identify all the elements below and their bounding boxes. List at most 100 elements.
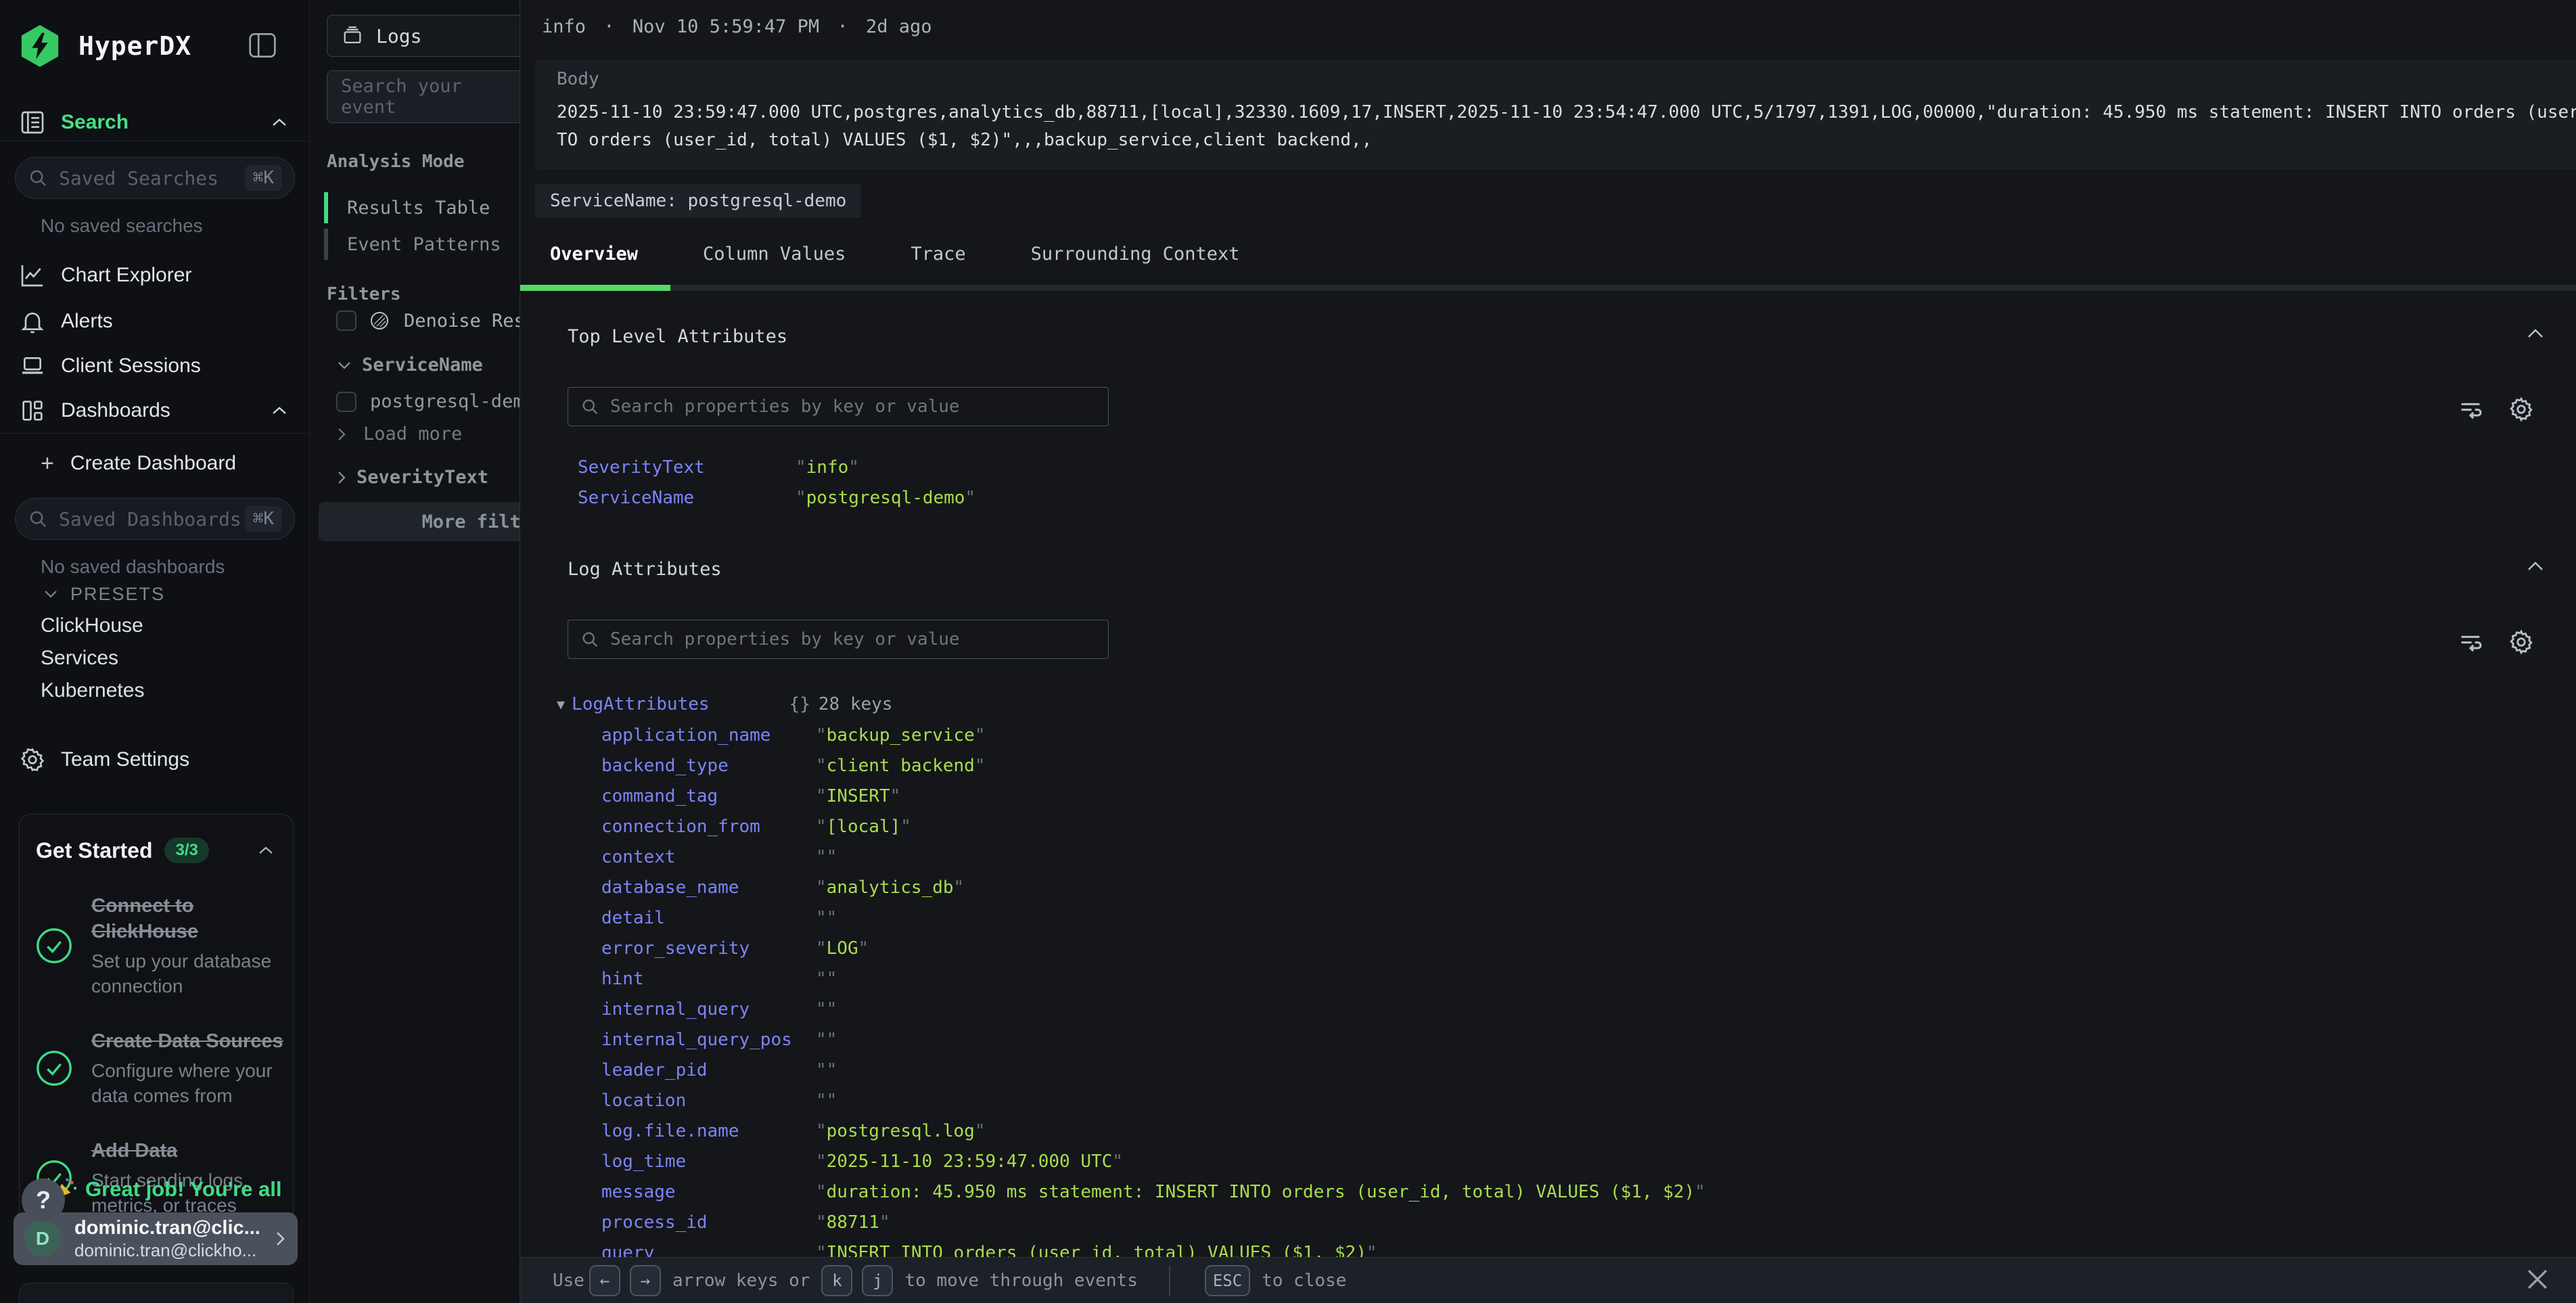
attribute-value[interactable]: "" bbox=[816, 969, 837, 989]
sidebar-item-chart-explorer[interactable]: Chart Explorer bbox=[0, 256, 310, 295]
attribute-value[interactable]: "" bbox=[816, 1060, 837, 1080]
preset-clickhouse[interactable]: ClickHouse bbox=[41, 614, 143, 637]
tab-overview[interactable]: Overview bbox=[550, 244, 638, 265]
caret-down-icon[interactable]: ▼ bbox=[557, 696, 565, 712]
sidebar-item-client-sessions[interactable]: Client Sessions bbox=[0, 346, 310, 386]
attribute-value[interactable]: "postgresql.log" bbox=[816, 1121, 985, 1141]
top-level-search-input[interactable]: Search properties by key or value bbox=[568, 387, 1109, 426]
attribute-key[interactable]: database_name bbox=[601, 877, 816, 898]
sidebar-item-alerts[interactable]: Alerts bbox=[0, 302, 310, 341]
attribute-value[interactable]: "[local]" bbox=[816, 817, 911, 837]
j-key[interactable]: j bbox=[862, 1265, 893, 1296]
collapse-section-icon[interactable] bbox=[2523, 559, 2548, 574]
shortcut-badge: ⌘K bbox=[245, 165, 282, 191]
wrap-lines-icon[interactable] bbox=[2457, 628, 2484, 655]
gear-icon[interactable] bbox=[2507, 628, 2535, 656]
denoise-icon bbox=[369, 310, 390, 332]
arrow-left-key[interactable]: ← bbox=[589, 1265, 620, 1296]
sidebar-collapse-icon[interactable] bbox=[249, 32, 276, 58]
attribute-value[interactable]: "2025-11-10 23:59:47.000 UTC" bbox=[816, 1151, 1123, 1172]
get-started-item[interactable]: Connect to ClickHouse Set up your databa… bbox=[34, 893, 277, 999]
attribute-key[interactable]: message bbox=[601, 1182, 816, 1202]
attribute-row: error_severity"LOG" bbox=[520, 933, 2576, 963]
attribute-key[interactable]: leader_pid bbox=[601, 1060, 816, 1080]
source-select-button[interactable]: Logs bbox=[327, 15, 530, 57]
attribute-key[interactable]: error_severity bbox=[601, 938, 816, 959]
mode-results-table[interactable]: Results Table bbox=[324, 191, 520, 225]
preset-services[interactable]: Services bbox=[41, 647, 118, 670]
mode-event-patterns[interactable]: Event Patterns bbox=[324, 227, 520, 261]
k-key[interactable]: k bbox=[821, 1265, 852, 1296]
tab-surrounding-context[interactable]: Surrounding Context bbox=[1031, 244, 1240, 265]
log-body-text[interactable]: 2025-11-10 23:59:47.000 UTC,postgres,ana… bbox=[557, 99, 2576, 154]
attribute-value[interactable]: "LOG" bbox=[816, 938, 869, 959]
attribute-key[interactable]: ServiceName bbox=[578, 488, 796, 508]
load-more-button[interactable]: Load more bbox=[336, 424, 462, 444]
close-icon[interactable] bbox=[2523, 1264, 2552, 1294]
logattributes-key[interactable]: LogAttributes bbox=[572, 694, 710, 714]
sidebar-item-dashboards[interactable]: Dashboards bbox=[0, 391, 310, 430]
attribute-key[interactable]: backend_type bbox=[601, 756, 816, 776]
tab-column-values[interactable]: Column Values bbox=[703, 244, 846, 265]
attribute-value[interactable]: "88711" bbox=[816, 1212, 890, 1233]
attribute-key[interactable]: hint bbox=[601, 969, 816, 989]
checkbox[interactable] bbox=[336, 392, 356, 412]
attribute-key[interactable]: detail bbox=[601, 908, 816, 928]
attribute-key[interactable]: SeverityText bbox=[578, 457, 796, 478]
preset-kubernetes[interactable]: Kubernetes bbox=[41, 679, 144, 702]
attribute-row: ServiceName"postgresql-demo" bbox=[520, 482, 2576, 513]
esc-key[interactable]: ESC bbox=[1205, 1265, 1250, 1296]
get-started-header[interactable]: Get Started 3/3 bbox=[20, 815, 293, 863]
attribute-value[interactable]: "" bbox=[816, 847, 837, 867]
chevron-up-icon[interactable] bbox=[255, 844, 277, 857]
tab-trace[interactable]: Trace bbox=[911, 244, 965, 265]
attribute-value[interactable]: "" bbox=[816, 1091, 837, 1111]
attribute-row: leader_pid"" bbox=[520, 1055, 2576, 1085]
attribute-key[interactable]: location bbox=[601, 1091, 816, 1111]
attribute-value[interactable]: "info" bbox=[796, 457, 859, 478]
attribute-value[interactable]: "" bbox=[816, 1030, 837, 1050]
attribute-key[interactable]: application_name bbox=[601, 725, 816, 746]
servicename-tag[interactable]: ServiceName: postgresql-demo bbox=[535, 184, 861, 218]
log-attributes-search-input[interactable]: Search properties by key or value bbox=[568, 620, 1109, 659]
denoise-filter[interactable]: Denoise Resul bbox=[336, 310, 547, 332]
gear-icon[interactable] bbox=[2507, 395, 2535, 424]
attribute-key[interactable]: log_time bbox=[601, 1151, 816, 1172]
get-started-item[interactable]: Create Data Sources Configure where your… bbox=[34, 1028, 277, 1108]
attribute-key[interactable]: process_id bbox=[601, 1212, 816, 1233]
attribute-key[interactable]: connection_from bbox=[601, 817, 816, 837]
attribute-value[interactable]: "client backend" bbox=[816, 756, 985, 776]
saved-dashboards-input[interactable]: Saved Dashboards ⌘K bbox=[15, 498, 295, 540]
attribute-key[interactable]: internal_query_pos bbox=[601, 1030, 816, 1050]
sidebar-item-label: Client Sessions bbox=[61, 355, 201, 378]
attribute-key[interactable]: command_tag bbox=[601, 786, 816, 806]
collapse-section-icon[interactable] bbox=[2523, 326, 2548, 341]
attribute-value[interactable]: "analytics_db" bbox=[816, 877, 964, 898]
attribute-value[interactable]: "" bbox=[816, 908, 837, 928]
servicename-filter-group[interactable]: ServiceName bbox=[336, 355, 483, 375]
user-menu[interactable]: D dominic.tran@clic... dominic.tran@clic… bbox=[14, 1212, 298, 1265]
help-button[interactable]: ? bbox=[22, 1179, 65, 1222]
event-search-input[interactable]: Search your event bbox=[327, 70, 530, 123]
attribute-value[interactable]: "INSERT" bbox=[816, 786, 900, 806]
create-dashboard-button[interactable]: + Create Dashboard bbox=[0, 444, 310, 483]
attribute-key[interactable]: internal_query bbox=[601, 999, 816, 1020]
attribute-value[interactable]: "backup_service" bbox=[816, 725, 985, 746]
chevron-right-icon bbox=[336, 426, 347, 442]
chevron-right-icon bbox=[336, 470, 347, 486]
presets-group[interactable]: PRESETS bbox=[0, 579, 310, 609]
checkbox[interactable] bbox=[336, 311, 356, 331]
sidebar-item-team-settings[interactable]: Team Settings bbox=[0, 740, 310, 779]
postgresql-demo-filter[interactable]: postgresql-demo bbox=[336, 391, 535, 412]
sidebar-item-search[interactable]: Search bbox=[0, 103, 310, 142]
attribute-value[interactable]: "duration: 45.950 ms statement: INSERT I… bbox=[816, 1182, 1705, 1202]
arrow-right-key[interactable]: → bbox=[630, 1265, 661, 1296]
attribute-key[interactable]: log.file.name bbox=[601, 1121, 816, 1141]
attribute-value[interactable]: "" bbox=[816, 999, 837, 1020]
saved-searches-input[interactable]: Saved Searches ⌘K bbox=[15, 157, 295, 199]
attribute-key[interactable]: context bbox=[601, 847, 816, 867]
severitytext-filter-group[interactable]: SeverityText bbox=[336, 467, 488, 488]
wrap-lines-icon[interactable] bbox=[2457, 395, 2484, 422]
attribute-row: message"duration: 45.950 ms statement: I… bbox=[520, 1176, 2576, 1207]
attribute-value[interactable]: "postgresql-demo" bbox=[796, 488, 975, 508]
